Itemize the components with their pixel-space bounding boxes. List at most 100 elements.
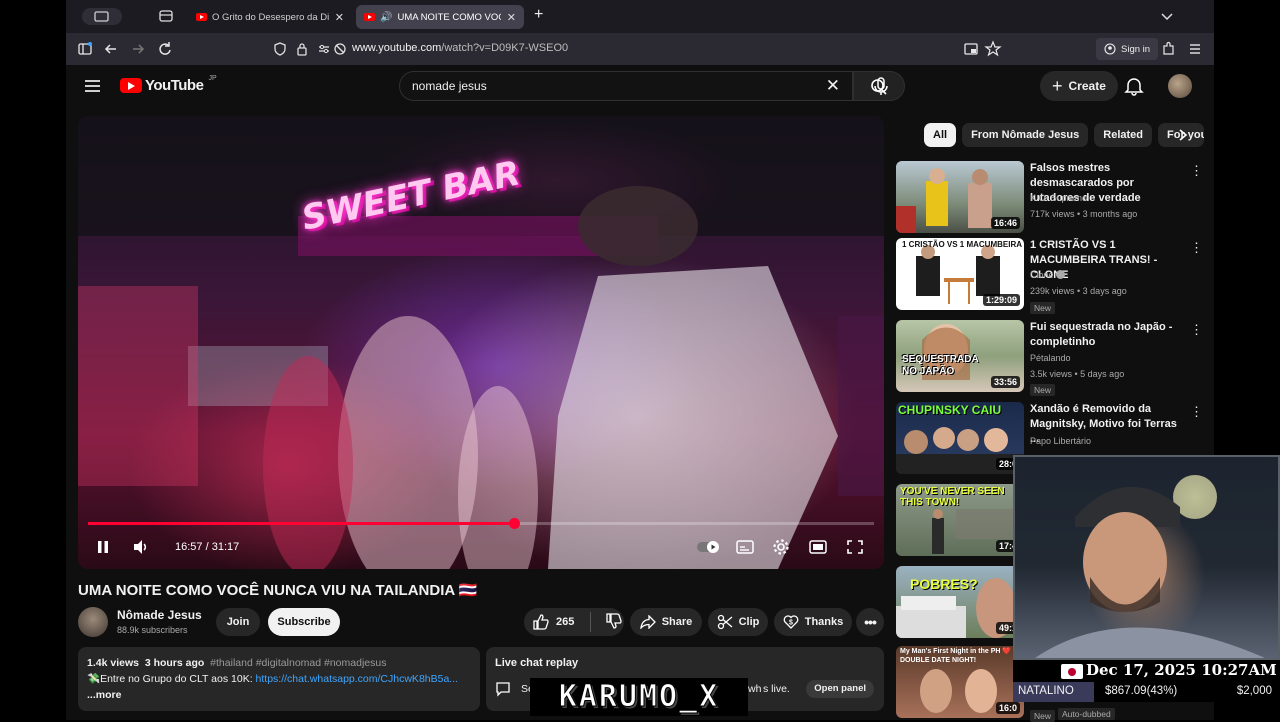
new-tab-button[interactable]: + [534,7,548,25]
forward-button[interactable] [129,40,147,58]
tab-groups-button[interactable] [158,8,174,25]
subscribe-button[interactable]: Subscribe [268,608,340,636]
video-thumbnail[interactable]: POBRES? 49:1 [896,566,1024,638]
recommendation-item[interactable]: 1 CRISTÃO VS 1 MACUMBEIRA 1:29:09 1 CRIS… [896,238,1206,314]
account-avatar[interactable] [1168,74,1192,98]
back-button[interactable] [102,40,120,58]
sidebar-button[interactable] [76,40,94,58]
show-more-link[interactable]: ...more [87,687,471,703]
reload-button[interactable] [156,40,174,58]
thumbs-up-icon [533,614,549,630]
dislike-button[interactable] [605,612,623,632]
channel-avatar[interactable] [78,607,108,637]
lock-icon[interactable] [294,41,310,57]
super-thanks-icon: $ [783,615,799,629]
pause-icon [98,541,108,553]
channel-name[interactable]: Papo Libertário [1030,436,1091,446]
video-thumbnail[interactable]: 16:46 [896,161,1024,233]
channel-row: Nômade Jesus 88.9k subscribers Join Subs… [78,606,884,638]
clip-button[interactable]: Clip [708,608,768,636]
sign-in-button[interactable]: Sign in [1096,38,1159,60]
settings-button[interactable] [772,537,790,557]
autoplay-toggle-icon [697,541,719,553]
chip-all[interactable]: All [924,123,957,147]
video-thumbnail[interactable]: My Man's First Night in the PH ❤️ DOUBLE… [896,646,1024,718]
close-tab-icon[interactable]: ✕ [335,11,344,24]
create-button[interactable]: + Create [1040,71,1118,101]
menu-button[interactable] [1186,40,1204,58]
tracking-protection-icon[interactable] [332,41,348,57]
video-meta: 717k views • 3 months ago [1030,209,1138,219]
video-thumbnail[interactable]: 1 CRISTÃO VS 1 MACUMBEIRA 1:29:09 [896,238,1024,310]
recommendation-item[interactable]: 16:46 Falsos mestres desmascarados por l… [896,161,1206,235]
tab-uma-noite[interactable]: 🔊 UMA NOITE COMO VOCÊ NUNCA VIU ✕ [356,5,524,29]
share-button[interactable]: Share [630,608,702,636]
more-vertical-icon[interactable]: ⋮ [1190,322,1203,338]
theater-mode-button[interactable] [809,537,827,557]
more-vertical-icon[interactable]: ⋮ [1190,404,1203,420]
sidebar-toggle[interactable] [82,8,122,25]
like-button[interactable]: 265 [532,614,574,630]
open-panel-button[interactable]: Open panel [806,680,874,698]
channel-name[interactable]: Clone [1030,270,1066,280]
join-button[interactable]: Join [216,608,260,636]
theater-icon [809,540,827,554]
recommendation-chips: All From Nômade Jesus Related For you [924,123,1205,147]
recommendation-item[interactable]: SEQUESTRADA NO JAPÃO 33:56 Fui sequestra… [896,320,1206,396]
shield-icon[interactable] [272,41,288,57]
search-input[interactable]: nomade jesus ✕ [399,71,853,101]
progress-bar[interactable] [88,518,874,529]
account-icon [1104,43,1116,55]
video-thumbnail[interactable]: SEQUESTRADA NO JAPÃO 33:56 [896,320,1024,392]
microphone-icon[interactable] [872,77,890,97]
extensions-button[interactable] [1160,40,1178,58]
thumbs-down-icon [606,612,623,629]
speaker-icon[interactable]: 🔊 [380,12,392,23]
url-text[interactable]: www.youtube.com/watch?v=D09K7-WSEO0 [352,42,568,54]
video-player[interactable]: SWEET BAR 16:57 / 31:17 [78,116,884,569]
video-meta: 239k views • 3 days ago [1030,286,1127,296]
list-tabs-button[interactable] [1160,8,1174,25]
pause-button[interactable] [96,537,110,557]
autoplay-toggle[interactable] [696,537,720,557]
folder-icon [159,10,173,22]
clear-search-icon[interactable]: ✕ [826,76,840,96]
description-box[interactable]: 1.4k views 3 hours ago #thailand #digita… [78,647,480,711]
hashtags[interactable]: #thailand #digitalnomad #nomadjesus [210,657,386,669]
tab-grito[interactable]: O Grito do Desespero da Dignidade ✕ [188,5,352,29]
video-title: UMA NOITE COMO VOCÊ NUNCA VIU NA TAILAND… [78,582,478,599]
channel-name[interactable]: K.O. Supremo [1030,193,1087,203]
video-thumbnail[interactable]: YOU'VE NEVER SEEN THIS TOWN! 17:4 [896,484,1024,556]
chip-from-channel[interactable]: From Nômade Jesus [962,123,1089,147]
progress-played [88,522,514,525]
more-vertical-icon[interactable]: ⋮ [1190,240,1203,256]
permissions-icon[interactable] [316,41,332,57]
progress-scrubber[interactable] [509,518,520,529]
chevron-right-icon[interactable] [1176,127,1190,143]
guide-menu-icon[interactable] [84,78,102,94]
youtube-favicon-icon [196,13,207,21]
tab-strip: O Grito do Desespero da Dignidade ✕ 🔊 UM… [66,0,1214,33]
subtitles-button[interactable] [736,537,754,557]
chip-related[interactable]: Related [1094,123,1153,147]
volume-button[interactable] [132,537,150,557]
picture-in-picture-button[interactable] [962,40,980,58]
url-bar[interactable]: www.youtube.com/watch?v=D09K7-WSEO0 [268,37,1008,61]
tip-goal-bar: NATALINO $867.09(43%) $2,000 [1013,682,1280,702]
more-actions-button[interactable]: ••• [856,608,884,636]
youtube-logo[interactable]: YouTube JP [120,75,217,94]
youtube-favicon-icon [364,13,375,21]
video-title[interactable]: Fui sequestrada no Japão - completinho [1030,320,1180,350]
notifications-bell-icon[interactable] [1124,76,1144,96]
webcam-overlay [1013,455,1280,660]
whatsapp-link[interactable]: https://chat.whatsapp.com/CJhcwK8hB5a... [256,673,459,685]
thanks-button[interactable]: $ Thanks [774,608,852,636]
fullscreen-icon [847,540,863,554]
bookmark-button[interactable] [984,40,1002,58]
fullscreen-button[interactable] [846,537,864,557]
more-vertical-icon[interactable]: ⋮ [1190,163,1203,179]
channel-name[interactable]: Nômade Jesus [117,608,202,622]
video-thumbnail[interactable]: CHUPINSKY CAIU 28:0 [896,402,1024,474]
close-tab-icon[interactable]: ✕ [507,11,516,24]
channel-name[interactable]: Pétalando [1030,353,1071,363]
